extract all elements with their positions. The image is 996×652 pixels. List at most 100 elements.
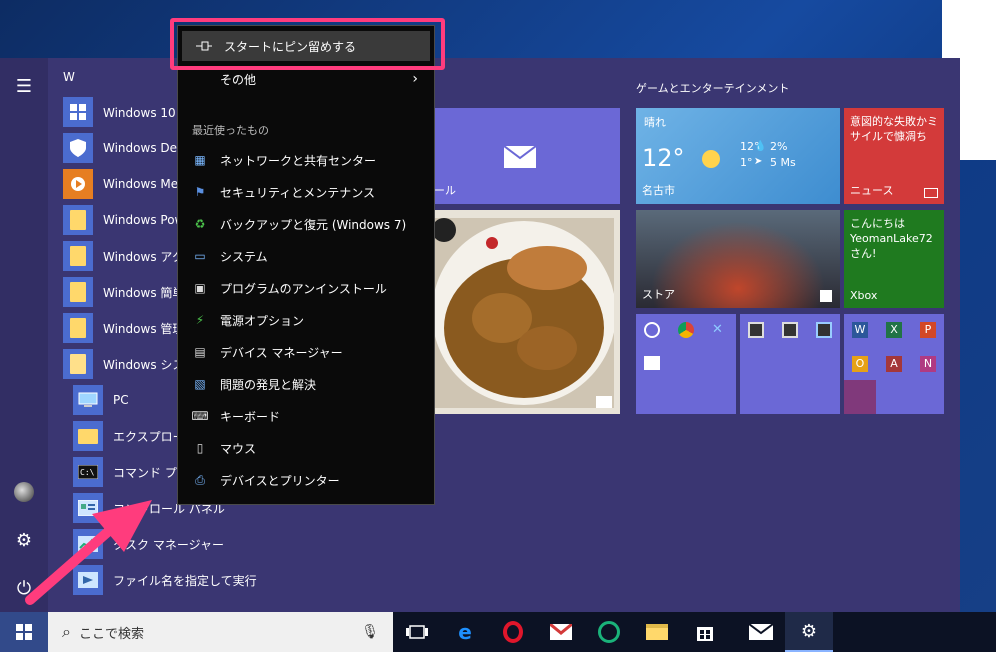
folder-icon <box>63 277 93 307</box>
recent-item[interactable]: ⎙ デバイスとプリンター <box>178 465 434 495</box>
windows-logo-icon <box>63 97 93 127</box>
news-tile[interactable]: 意図的な失敗かミサイルで慷凋ち ニュース <box>844 108 944 204</box>
recent-item[interactable]: ▯ マウス <box>178 433 434 463</box>
news-label: ニュース <box>850 184 894 197</box>
powerpoint-icon: P <box>920 322 936 338</box>
chevron-right-icon: › <box>412 71 418 87</box>
mouse-icon: ▯ <box>196 441 204 455</box>
mail-tile[interactable]: ール <box>428 108 620 204</box>
folder-icon <box>63 241 93 271</box>
shield-icon <box>63 133 93 163</box>
power-icon[interactable]: ⏻ <box>8 572 40 604</box>
recent-header: 最近使ったもの <box>192 124 269 137</box>
small-apps-tile-2[interactable] <box>740 314 840 414</box>
recent-item[interactable]: ▧ 問題の発見と解決 <box>178 369 434 399</box>
recent-item-label: ネットワークと共有センター <box>220 153 377 168</box>
recent-item[interactable]: ▤ デバイス マネージャー <box>178 337 434 367</box>
store-icon <box>820 290 832 302</box>
run-icon <box>73 565 103 595</box>
outlook-icon: O <box>852 356 868 372</box>
taskbar: ⌕ ここで検索 🎙 e ⚙ <box>0 612 996 652</box>
onenote-icon <box>844 380 876 414</box>
pc-icon <box>73 385 103 415</box>
weather-tile[interactable]: 晴れ 12° 12° 1° 💧 2% ➤ 5 Ms 名古市 <box>636 108 840 204</box>
start-rail: ☰ ⚙ ⏻ <box>0 58 48 612</box>
app-label: Windows アク <box>103 249 184 264</box>
recent-item-label: バックアップと復元 (Windows 7) <box>220 217 407 232</box>
recent-item[interactable]: ▦ ネットワークと共有センター <box>178 145 434 175</box>
app-run[interactable]: ファイル名を指定して実行 <box>73 563 433 597</box>
printer-icon: ⎙ <box>195 472 205 487</box>
weather-low: 1° <box>740 156 753 169</box>
app-label: Windows シス <box>103 357 185 372</box>
office-tile[interactable]: W X P O A N <box>844 314 944 414</box>
recent-item-label: 問題の発見と解決 <box>220 377 317 392</box>
network-icon: ▦ <box>194 153 206 167</box>
gmail-icon[interactable] <box>537 612 585 652</box>
control-panel-icon <box>73 493 103 523</box>
folder-icon <box>63 313 93 343</box>
microphone-icon[interactable]: 🎙 <box>361 624 379 640</box>
recent-item[interactable]: ⚑ セキュリティとメンテナンス <box>178 177 434 207</box>
task-view-icon[interactable] <box>393 612 441 652</box>
excel-icon: X <box>886 322 902 338</box>
settings-icon[interactable]: ⚙ <box>8 524 40 556</box>
wind-icon: ➤ <box>754 156 763 167</box>
small-apps-tile-1[interactable]: ✕ <box>636 314 736 414</box>
flag-icon: ⚑ <box>194 185 206 199</box>
word-icon: W <box>852 322 868 338</box>
edge-icon[interactable]: e <box>441 612 489 652</box>
app-label: Windows Defe <box>103 141 189 155</box>
context-menu: スタートにピン留めする その他 › 最近使ったもの ▦ ネットワークと共有センタ… <box>177 25 435 505</box>
recent-item-label: デバイスとプリンター <box>220 473 340 488</box>
access-icon: A <box>886 356 902 372</box>
mail-icon[interactable] <box>737 612 785 652</box>
app-green-icon[interactable] <box>585 612 633 652</box>
photos-tile[interactable] <box>428 210 620 414</box>
recent-item[interactable]: ▣ プログラムのアンインストール <box>178 273 434 303</box>
system-icon: ▭ <box>194 249 206 263</box>
settings-icon[interactable]: ⚙ <box>785 612 833 652</box>
mail-tile-label: ール <box>434 184 456 197</box>
app-label: Windows 簡単 <box>103 285 185 300</box>
media-icon-1 <box>748 322 764 338</box>
search-placeholder: ここで検索 <box>78 626 144 642</box>
recent-item-label: 電源オプション <box>220 313 305 328</box>
recent-item[interactable]: ⌨ キーボード <box>178 401 434 431</box>
weather-wind: 5 Ms <box>770 156 796 169</box>
keyboard-icon: ⌨ <box>191 409 209 423</box>
app-label: Windows Pow <box>103 213 185 227</box>
hamburger-icon[interactable]: ☰ <box>8 70 40 102</box>
photo-icon <box>596 396 612 408</box>
recent-item[interactable]: ♻ バックアップと復元 (Windows 7) <box>178 209 434 239</box>
power-options-icon: ⚡ <box>195 313 205 327</box>
file-explorer-icon[interactable] <box>633 612 681 652</box>
media-icon-2 <box>782 322 798 338</box>
recent-item[interactable]: ⚡ 電源オプション <box>178 305 434 335</box>
recent-item-label: デバイス マネージャー <box>220 345 343 360</box>
store-tile[interactable]: ストア <box>636 210 840 308</box>
recent-item[interactable]: ▭ システム <box>178 241 434 271</box>
xbox-tile[interactable]: こんにちは YeomanLake72 さん! Xbox <box>844 210 944 308</box>
tile-group-title: ゲームとエンターテインメント <box>636 82 790 95</box>
drop-icon: 💧 <box>754 141 767 152</box>
app-group-letter[interactable]: W <box>63 70 75 84</box>
news-headline: 意図的な失敗かミサイルで慷凋ち <box>850 115 938 143</box>
store-bag-icon[interactable] <box>681 612 729 652</box>
start-button[interactable] <box>0 612 48 652</box>
svg-text:C:\: C:\ <box>80 468 95 477</box>
device-manager-icon: ▤ <box>194 345 206 359</box>
highlight-box <box>170 18 445 70</box>
more-spacer <box>192 72 208 86</box>
opera-icon[interactable] <box>489 612 537 652</box>
user-avatar[interactable] <box>8 476 40 508</box>
sun-icon <box>702 150 720 168</box>
curry-photo <box>432 218 616 408</box>
search-box[interactable]: ⌕ ここで検索 🎙 <box>48 612 393 652</box>
weather-temp: 12° <box>642 144 685 172</box>
groove-icon <box>644 322 660 338</box>
app-task-manager[interactable]: タスク マネージャー <box>73 527 433 561</box>
xbox-label: Xbox <box>850 289 878 302</box>
app-label: PC <box>113 393 129 407</box>
app-label: Windows 管理 <box>103 321 185 336</box>
